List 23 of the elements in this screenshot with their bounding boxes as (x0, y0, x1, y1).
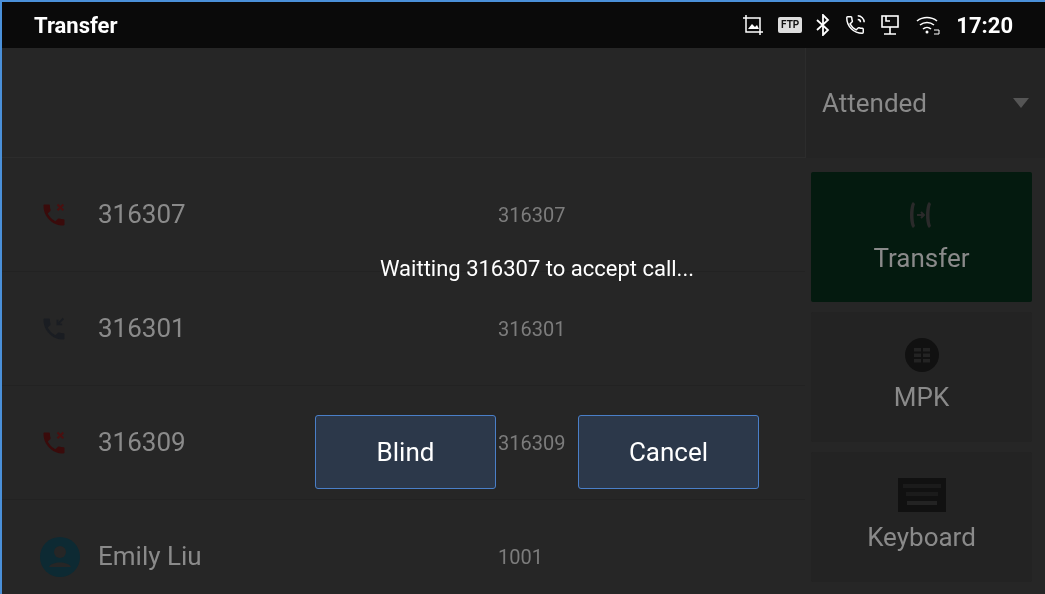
phone-icon (844, 14, 867, 36)
contact-name: 316307 (98, 199, 186, 229)
dialog-button[interactable]: Blind (315, 415, 496, 489)
action-button[interactable]: Transfer (811, 172, 1032, 302)
contact-name: Emily Liu (98, 541, 202, 571)
contact-name: 316301 (98, 313, 186, 343)
phone-number: 1001 (498, 543, 543, 571)
ftp-badge: FTP (778, 17, 803, 33)
bluetooth-icon (816, 14, 831, 36)
contact-name: 316309 (98, 427, 186, 457)
phone-number: 316307 (498, 201, 566, 229)
phone-number: 316301 (498, 315, 566, 343)
action-button[interactable]: Keyboard (811, 452, 1032, 582)
avatar-icon (40, 536, 80, 577)
action-button[interactable]: MPK (811, 312, 1032, 442)
dialog-button[interactable]: Cancel (578, 415, 759, 489)
screenshot-icon (742, 14, 765, 36)
dropdown-caret-icon (1013, 98, 1029, 108)
wifi-icon (916, 14, 943, 36)
phone-number: 316309 (498, 429, 566, 457)
screen-title: Transfer (34, 11, 118, 40)
clock: 17:20 (956, 11, 1013, 40)
dialog-message: Waitting 316307 to accept call... (379, 255, 695, 283)
